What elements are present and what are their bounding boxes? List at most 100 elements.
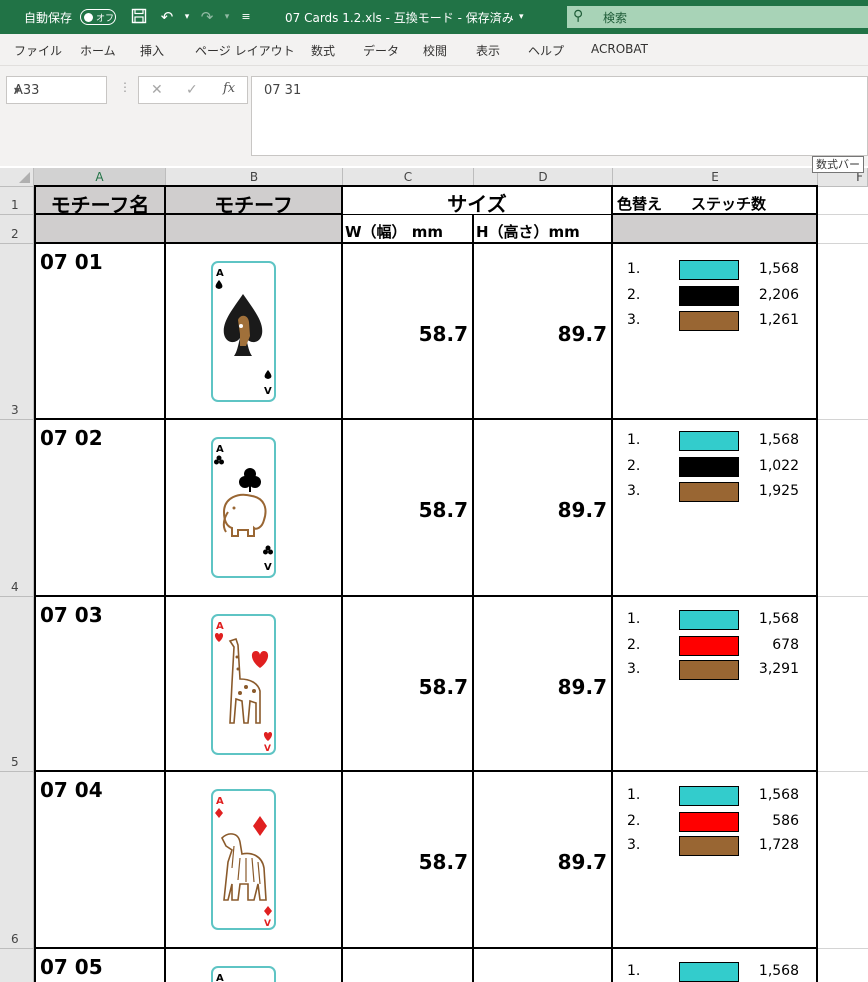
color-list-cell[interactable]: 1. 1,568 (613, 949, 818, 982)
search-placeholder: 検索 (603, 11, 628, 25)
autosave-toggle[interactable]: オフ (80, 9, 116, 25)
header-height[interactable]: H（高さ）mm (474, 215, 613, 244)
row-header-5[interactable]: 5 (0, 597, 34, 772)
cell-f2[interactable] (818, 215, 868, 244)
width-value: 58.7 (418, 498, 468, 522)
motif-name-cell[interactable]: 07 01 (34, 244, 166, 420)
color-list-cell[interactable]: 1. 1,568 2. 2,206 3. 1,261 (613, 244, 818, 420)
header-width[interactable]: W（幅） mm (343, 215, 474, 244)
cell-e2[interactable] (613, 215, 818, 244)
row-header-6[interactable]: 6 (0, 772, 34, 949)
search-box[interactable]: ⚲ 検索 (567, 6, 868, 28)
playing-card-heart-giraffe[interactable]: A V (210, 613, 277, 756)
enter-icon[interactable]: ✓ (186, 82, 198, 98)
row-header-3[interactable]: 3 (0, 244, 34, 420)
tab-data[interactable]: データ (363, 42, 399, 59)
row-header-4[interactable]: 4 (0, 420, 34, 597)
cell-a2[interactable] (34, 215, 166, 244)
tab-review[interactable]: 校閲 (423, 42, 447, 59)
tab-insert[interactable]: 挿入 (140, 42, 164, 59)
header-color-stitch[interactable]: 色替え ステッチ数 (613, 185, 818, 215)
tab-view[interactable]: 表示 (476, 42, 500, 59)
undo-dropdown-icon[interactable]: ▾ (178, 8, 196, 26)
stitch-count: 1,568 (758, 611, 799, 627)
color-list-cell[interactable]: 1. 1,568 2. 586 3. 1,728 (613, 772, 818, 949)
height-cell[interactable]: 89.7 (474, 597, 613, 772)
svg-text:A: A (216, 973, 224, 982)
motif-name: 07 01 (40, 250, 103, 274)
stitch-count: 1,728 (758, 837, 799, 853)
cell-f5[interactable] (818, 597, 868, 772)
motif-name-cell[interactable]: 07 04 (34, 772, 166, 949)
color-list-cell[interactable]: 1. 1,568 2. 1,022 3. 1,925 (613, 420, 818, 597)
name-box[interactable]: A33 ▼ (6, 76, 107, 104)
cancel-icon[interactable]: ✕ (151, 82, 163, 98)
motif-name-cell[interactable]: 07 02 (34, 420, 166, 597)
color-list-cell[interactable]: 1. 1,568 2. 678 3. 3,291 (613, 597, 818, 772)
tab-file[interactable]: ファイル (14, 42, 62, 59)
color-index: 1. (627, 432, 641, 448)
cell-f1[interactable] (818, 187, 868, 215)
tab-formulas[interactable]: 数式 (311, 42, 335, 59)
tab-help[interactable]: ヘルプ (528, 42, 564, 59)
save-icon[interactable] (130, 8, 148, 26)
motif-name-cell[interactable]: 07 03 (34, 597, 166, 772)
redo-icon[interactable]: ↷ (198, 8, 216, 26)
height-cell[interactable]: 89.7 (474, 244, 613, 420)
select-all-button[interactable] (0, 168, 34, 187)
height-value: 89.7 (557, 322, 607, 346)
row-header-1[interactable]: 1 (0, 187, 34, 215)
height-value: 89.7 (557, 498, 607, 522)
more-options-icon[interactable]: ⋮ (119, 80, 131, 94)
header-motif-name[interactable]: モチーフ名 (34, 185, 166, 215)
cell-f6[interactable] (818, 772, 868, 949)
chevron-down-icon[interactable]: ▼ (14, 86, 102, 95)
cell-f7[interactable] (818, 949, 868, 982)
motif-name-cell[interactable]: 07 05 (34, 949, 166, 982)
width-value: 58.7 (418, 675, 468, 699)
redo-dropdown-icon[interactable]: ▾ (218, 8, 236, 26)
tab-page-layout[interactable]: ページ レイアウト (195, 42, 295, 59)
row-header-2[interactable]: 2 (0, 215, 34, 244)
customize-toolbar-icon[interactable]: ≡ (237, 8, 255, 26)
height-cell[interactable]: 89.7 (474, 420, 613, 597)
width-cell[interactable]: 58.7 (343, 420, 474, 597)
cell-f3[interactable] (818, 244, 868, 420)
color-index: 3. (627, 837, 641, 853)
motif-image-cell[interactable]: A V (166, 420, 343, 597)
insert-function-icon[interactable]: fx (223, 81, 235, 96)
undo-icon[interactable]: ↶ (158, 8, 176, 26)
row-number: 6 (11, 932, 19, 946)
width-cell[interactable] (343, 949, 474, 982)
playing-card-partial[interactable]: A (210, 965, 277, 982)
motif-image-cell[interactable]: A V (166, 244, 343, 420)
autosave-state: オフ (96, 14, 115, 24)
window-title[interactable]: 07 Cards 1.2.xls - 互換モード - 保存済み (285, 9, 514, 26)
header-height-text: H（高さ）mm (476, 223, 580, 241)
tab-home[interactable]: ホーム (80, 42, 116, 59)
motif-image-cell[interactable]: A V (166, 597, 343, 772)
tab-acrobat[interactable]: ACROBAT (591, 42, 648, 56)
playing-card-spade-horse[interactable]: A V (210, 260, 277, 403)
cell-b2[interactable] (166, 215, 343, 244)
color-swatch (679, 812, 739, 832)
playing-card-diamond-dog[interactable]: A V (210, 788, 277, 931)
cell-f4[interactable] (818, 420, 868, 597)
motif-image-cell[interactable]: A (166, 949, 343, 982)
width-cell[interactable]: 58.7 (343, 772, 474, 949)
motif-image-cell[interactable]: A V (166, 772, 343, 949)
height-cell[interactable] (474, 949, 613, 982)
width-cell[interactable]: 58.7 (343, 597, 474, 772)
header-motif[interactable]: モチーフ (166, 185, 343, 215)
color-swatch (679, 636, 739, 656)
width-cell[interactable]: 58.7 (343, 244, 474, 420)
color-index: 1. (627, 611, 641, 627)
formula-input[interactable]: 07 31 (251, 76, 868, 156)
title-dropdown-icon[interactable]: ▾ (519, 12, 524, 22)
header-size[interactable]: サイズ (343, 185, 613, 215)
color-swatch (679, 457, 739, 477)
playing-card-club-elephant[interactable]: A V (210, 436, 277, 579)
title-bar: 自動保存 オフ ↶ ▾ ↷ ▾ ≡ 07 Cards 1.2.xls - 互換モ… (0, 0, 868, 34)
row-header-7[interactable] (0, 949, 34, 982)
height-cell[interactable]: 89.7 (474, 772, 613, 949)
